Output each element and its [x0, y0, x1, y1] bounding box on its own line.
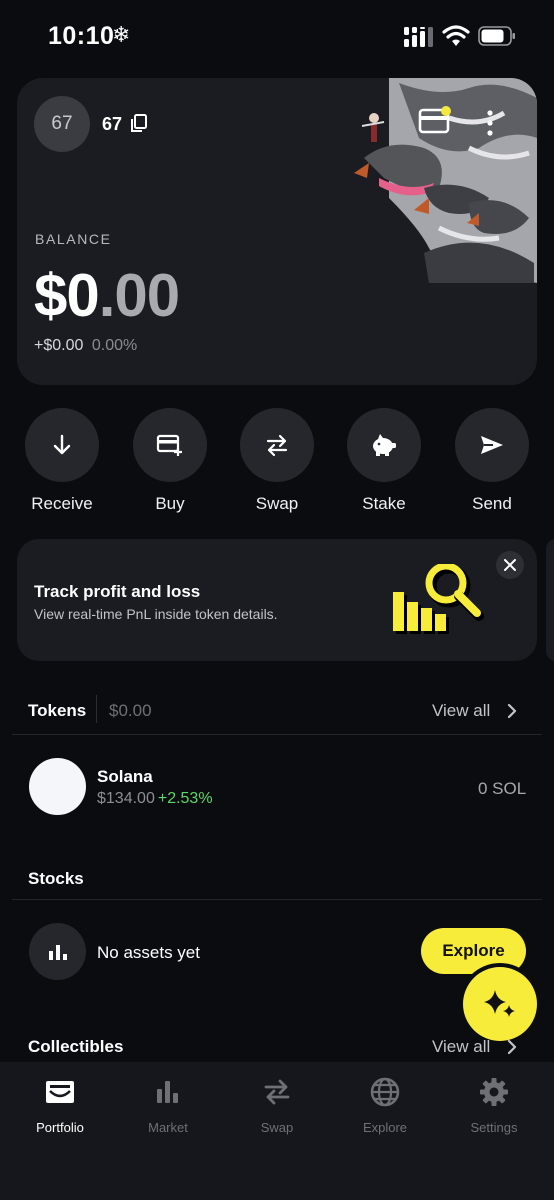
swap-button[interactable]: Swap — [239, 408, 315, 514]
card-plus-icon — [156, 434, 182, 456]
send-button[interactable]: Send — [454, 408, 530, 514]
nav-portfolio-label: Portfolio — [36, 1120, 84, 1135]
stake-label: Stake — [362, 494, 406, 513]
buy-label: Buy — [155, 494, 185, 513]
swap-arrows-icon — [266, 434, 288, 457]
nav-market[interactable]: Market — [113, 1076, 223, 1135]
stake-button[interactable]: Stake — [346, 408, 422, 514]
status-bar: 10:10 ❄ — [0, 0, 554, 70]
sparkle-icon — [484, 990, 515, 1017]
balance-value: $0.00 — [34, 261, 180, 330]
wallet-icon — [46, 1081, 74, 1103]
balance-change-percent: 0.00% — [91, 337, 138, 354]
more-options-icon[interactable] — [485, 110, 495, 136]
token-price-row: $134.00 +2.53% — [97, 790, 213, 808]
cellular-signal-icon — [404, 27, 433, 47]
balance-decimal: .00 — [98, 262, 180, 329]
divider — [12, 899, 542, 900]
nav-portfolio[interactable]: Portfolio — [5, 1076, 115, 1135]
token-change: +2.53% — [157, 790, 213, 807]
nav-swap[interactable]: Swap — [222, 1076, 332, 1135]
solana-token-icon — [29, 758, 86, 815]
balance-change-amount: +$0.00 — [34, 337, 84, 354]
balance-label: BALANCE — [35, 231, 112, 247]
next-promo-card[interactable] — [546, 539, 554, 661]
piggy-bank-icon — [373, 434, 396, 456]
chevron-right-icon[interactable] — [506, 1039, 518, 1055]
bar-chart-icon — [48, 944, 67, 960]
nav-market-label: Market — [148, 1120, 188, 1135]
pnl-promo-card[interactable]: Track profit and loss View real-time PnL… — [17, 539, 537, 661]
buy-button[interactable]: Buy — [132, 408, 208, 514]
ai-assistant-button[interactable] — [463, 967, 537, 1041]
notification-dot — [441, 106, 451, 116]
swap-arrows-icon — [264, 1079, 290, 1105]
stocks-empty-text: No assets yet — [97, 943, 200, 962]
promo-subtitle: View real-time PnL inside token details. — [34, 606, 278, 622]
token-name[interactable]: Solana — [97, 767, 153, 787]
close-icon — [504, 559, 516, 571]
gear-icon — [480, 1078, 508, 1106]
quick-actions: Receive Buy Swap Stake Send — [0, 408, 554, 518]
stocks-title: Stocks — [28, 869, 84, 888]
nav-settings[interactable]: Settings — [439, 1076, 549, 1135]
token-balance: 0 SOL — [478, 779, 527, 798]
battery-icon — [478, 26, 515, 46]
receive-button[interactable]: Receive — [24, 408, 100, 514]
promo-close-button[interactable] — [496, 551, 524, 579]
explore-stocks-button[interactable]: Explore — [421, 928, 526, 974]
chevron-right-icon[interactable] — [506, 703, 518, 719]
stocks-placeholder-icon — [29, 923, 86, 980]
nav-explore[interactable]: Explore — [330, 1076, 440, 1135]
collectibles-view-all-link[interactable]: View all — [432, 1037, 490, 1057]
divider — [12, 734, 542, 735]
tokens-title: Tokens — [28, 701, 87, 720]
nav-swap-label: Swap — [260, 1120, 294, 1135]
promo-title: Track profit and loss — [34, 582, 201, 601]
collectibles-title: Collectibles — [28, 1037, 124, 1056]
globe-icon — [370, 1077, 400, 1107]
snowflake-icon: ❄ — [112, 22, 131, 47]
chart-magnifier-icon — [393, 564, 484, 634]
avatar[interactable]: 67 — [34, 96, 90, 152]
bottom-navigation: Portfolio Market Swap Explore Settings — [0, 1062, 554, 1200]
divider — [96, 695, 97, 723]
copy-icon[interactable] — [130, 114, 148, 132]
receive-label: Receive — [31, 494, 93, 513]
balance-whole: $0 — [34, 262, 100, 329]
status-time: 10:10 — [48, 22, 115, 50]
tokens-view-all-link[interactable]: View all — [432, 701, 490, 721]
send-icon — [481, 436, 503, 454]
balance-change: +$0.00 0.00% — [34, 337, 137, 355]
bar-chart-icon — [157, 1081, 178, 1103]
tokens-total: $0.00 — [109, 701, 152, 720]
nav-settings-label: Settings — [470, 1120, 518, 1135]
send-label: Send — [472, 494, 512, 513]
account-name[interactable]: 67 — [102, 114, 122, 135]
swap-label: Swap — [255, 494, 299, 513]
token-price: $134.00 — [97, 790, 155, 807]
nav-explore-label: Explore — [362, 1120, 408, 1135]
arrow-down-icon — [53, 434, 71, 455]
balance-card: 67 67 BALANCE $0.00 +$0.00 0.00% — [17, 78, 537, 385]
wifi-icon — [442, 25, 470, 46]
